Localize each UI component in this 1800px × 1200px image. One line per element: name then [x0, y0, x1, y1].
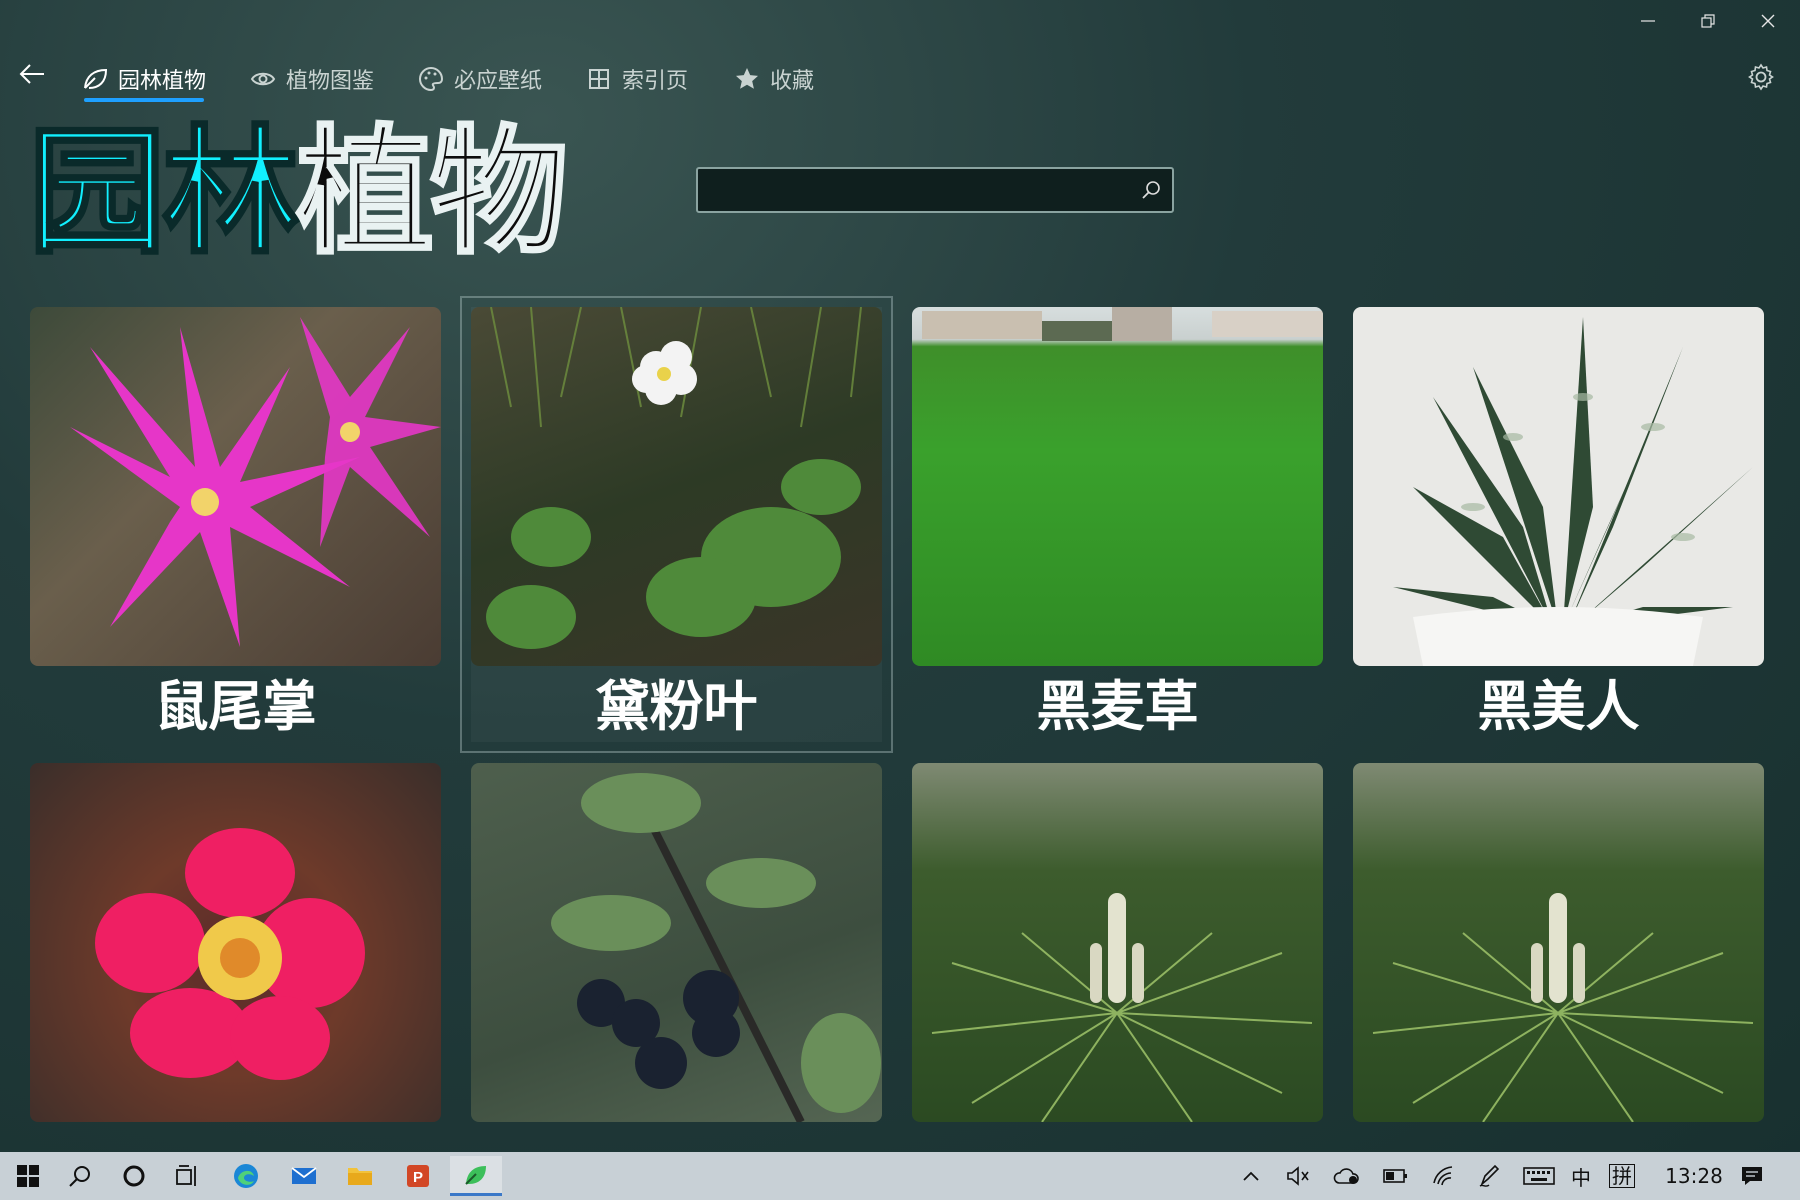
tab-bing-wallpaper[interactable]: 必应壁纸	[418, 56, 542, 102]
svg-text:P: P	[413, 1169, 423, 1186]
eye-icon	[250, 72, 276, 86]
search-box[interactable]	[696, 167, 1174, 213]
arrow-left-icon	[19, 64, 44, 84]
plant-image	[912, 763, 1323, 1122]
touch-keyboard-button[interactable]	[1520, 1152, 1558, 1200]
back-button[interactable]	[14, 60, 50, 96]
keyboard-icon	[1523, 1167, 1555, 1185]
chevron-up-icon	[1243, 1171, 1259, 1181]
palette-icon	[418, 66, 444, 92]
plant-card[interactable]	[471, 763, 882, 1198]
plant-card[interactable]	[912, 763, 1323, 1198]
tab-label: 必应壁纸	[454, 69, 543, 94]
leaf-icon	[84, 68, 108, 89]
grid-icon	[589, 69, 609, 89]
plant-card[interactable]: 鼠尾掌	[30, 307, 441, 742]
title-bar	[0, 0, 1800, 50]
battery-button[interactable]	[1380, 1152, 1412, 1200]
show-hidden-icons-button[interactable]	[1236, 1152, 1266, 1200]
plant-card[interactable]	[1353, 763, 1764, 1198]
plant-image	[30, 763, 441, 1122]
powerpoint-taskbar-button[interactable]: P	[396, 1156, 440, 1196]
tab-plant-atlas[interactable]: 植物图鉴	[250, 56, 374, 102]
plant-name: 鼠尾掌	[154, 675, 317, 738]
page-title: 园林植物	[26, 122, 569, 263]
ime-language-indicator[interactable]: 中	[1566, 1152, 1596, 1200]
tab-label: 索引页	[622, 69, 689, 94]
ime-mode-text: 拼	[1609, 1164, 1635, 1188]
search-icon[interactable]	[1140, 179, 1162, 201]
plant-name: 黑麦草	[1036, 675, 1199, 738]
plant-card[interactable]: 黛粉叶	[460, 296, 893, 753]
tab-garden-plants[interactable]: 园林植物	[82, 56, 206, 102]
edge-taskbar-button[interactable]	[224, 1156, 268, 1196]
onedrive-button[interactable]	[1330, 1152, 1364, 1200]
powerpoint-icon: P	[407, 1165, 429, 1187]
cortana-button[interactable]	[112, 1156, 156, 1196]
cloud-icon	[1333, 1168, 1359, 1184]
active-tab-indicator	[84, 98, 205, 102]
plant-image	[471, 763, 882, 1122]
close-button[interactable]	[1738, 6, 1798, 42]
tab-index-page[interactable]: 索引页	[586, 56, 688, 102]
file-explorer-taskbar-button[interactable]	[338, 1156, 382, 1196]
plant-card[interactable]: 黑美人	[1353, 307, 1764, 742]
volume-button[interactable]	[1282, 1152, 1314, 1200]
restore-icon	[1701, 14, 1715, 28]
wifi-icon	[1433, 1166, 1453, 1186]
tab-favorites[interactable]: 收藏	[734, 56, 814, 102]
taskbar-search-button[interactable]	[58, 1156, 102, 1196]
folder-icon	[348, 1168, 372, 1185]
clock[interactable]: 13:28	[1654, 1152, 1734, 1200]
minimize-icon	[1641, 20, 1655, 22]
gear-icon	[1748, 63, 1774, 91]
plant-card[interactable]: 黑麦草	[912, 307, 1323, 742]
plant-image	[1353, 307, 1764, 666]
tab-label: 园林植物	[118, 69, 207, 94]
pen-workspace-button[interactable]	[1474, 1152, 1506, 1200]
task-view-button[interactable]	[166, 1156, 210, 1196]
page-title-part2: 植物	[295, 112, 570, 273]
plant-name: 黛粉叶	[595, 675, 758, 738]
leaf-app-icon	[465, 1165, 486, 1185]
cortana-icon	[123, 1165, 145, 1187]
plant-name: 黑美人	[1477, 675, 1640, 738]
plant-app-taskbar-button[interactable]	[450, 1156, 502, 1196]
mail-taskbar-button[interactable]	[282, 1156, 326, 1196]
mail-icon	[291, 1167, 317, 1184]
pen-icon	[1479, 1164, 1500, 1187]
windows-icon	[17, 1165, 39, 1187]
search-input[interactable]	[698, 169, 1130, 213]
minimize-button[interactable]	[1618, 6, 1678, 42]
taskbar: P 中 拼 13:28	[0, 1152, 1800, 1200]
plant-image	[912, 307, 1323, 666]
battery-icon	[1383, 1169, 1407, 1183]
plant-image	[30, 307, 441, 666]
tab-label: 收藏	[770, 69, 815, 94]
search-icon	[69, 1166, 90, 1187]
tab-label: 植物图鉴	[286, 69, 375, 94]
ime-mode-indicator[interactable]: 拼	[1606, 1152, 1638, 1200]
close-icon	[1761, 14, 1775, 28]
plant-image	[471, 307, 882, 666]
top-navigation: 园林植物 植物图鉴 必应壁纸 索引页 收藏	[0, 56, 1800, 102]
network-button[interactable]	[1428, 1152, 1460, 1200]
volume-muted-icon	[1287, 1166, 1309, 1186]
edge-icon	[234, 1164, 258, 1188]
action-center-button[interactable]	[1732, 1152, 1772, 1200]
plant-image	[1353, 763, 1764, 1122]
settings-button[interactable]	[1746, 62, 1780, 96]
restore-button[interactable]	[1678, 6, 1738, 42]
start-button[interactable]	[6, 1156, 50, 1196]
star-icon	[736, 68, 758, 89]
notification-icon	[1742, 1167, 1762, 1185]
task-view-icon	[176, 1165, 196, 1186]
page-title-part1: 园林	[26, 112, 301, 273]
plant-card[interactable]	[30, 763, 441, 1198]
